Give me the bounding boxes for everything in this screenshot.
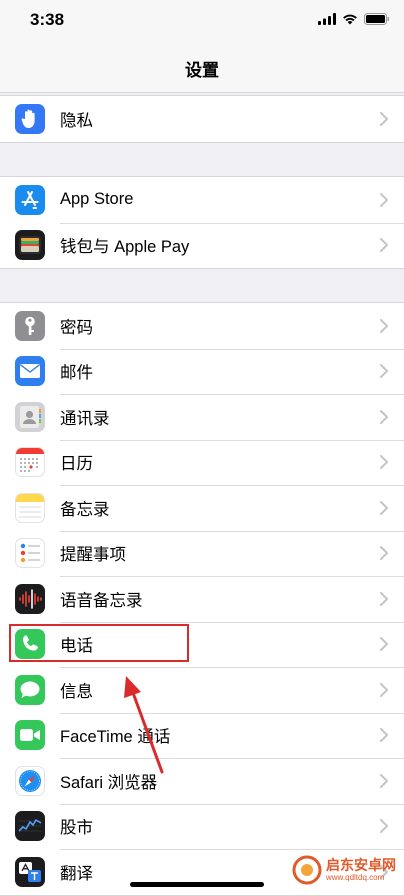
settings-group-store: App Store 钱包与 Apple Pay — [0, 176, 404, 269]
key-icon — [15, 310, 45, 341]
wifi-icon — [343, 14, 357, 25]
navigation-bar: 设置 — [0, 40, 404, 93]
chevron-right-icon — [380, 192, 388, 207]
settings-row-reminders[interactable]: 提醒事项 — [0, 530, 404, 577]
settings-row-label: FaceTime 通话 — [60, 728, 171, 747]
settings-row-stocks[interactable]: 股市 — [0, 803, 404, 850]
settings-row-label: 密码 — [60, 318, 93, 337]
chevron-right-icon — [380, 318, 388, 333]
contacts-icon — [15, 401, 45, 432]
status-bar: 3:38 — [0, 0, 404, 40]
voice-memos-icon — [15, 583, 45, 614]
settings-row-wallet[interactable]: 钱包与 Apple Pay — [0, 222, 404, 269]
chevron-right-icon — [380, 819, 388, 834]
mail-icon — [15, 356, 45, 387]
facetime-icon — [15, 720, 45, 751]
chevron-right-icon — [380, 546, 388, 561]
notes-icon — [15, 492, 45, 523]
settings-row-app-store[interactable]: App Store — [0, 177, 404, 223]
settings-row-messages[interactable]: 信息 — [0, 667, 404, 713]
settings-group-apps: 密码 邮件 通讯录 日历 备忘录 提醒事项 语音备忘录 电话 信息 FaceTi… — [0, 302, 404, 896]
phone-row-highlight-box — [9, 624, 189, 662]
settings-row-label: 邮件 — [60, 364, 93, 383]
privacy-hand-icon — [15, 103, 45, 134]
chevron-right-icon — [380, 238, 388, 253]
settings-row-label: 备忘录 — [60, 500, 110, 519]
watermark-text: 启东安卓网 — [326, 857, 396, 873]
settings-row-label: 语音备忘录 — [60, 591, 143, 610]
app-store-icon — [15, 184, 45, 215]
settings-row-contacts[interactable]: 通讯录 — [0, 394, 404, 440]
watermark-url: www.qdltdq.com — [326, 873, 385, 882]
settings-group-privacy: 隐私 — [0, 95, 404, 143]
chevron-right-icon — [380, 364, 388, 379]
chevron-right-icon — [380, 591, 388, 606]
safari-icon — [15, 765, 45, 796]
settings-row-label: 隐私 — [60, 111, 93, 130]
settings-row-label: 提醒事项 — [60, 546, 126, 565]
settings-row-facetime[interactable]: FaceTime 通话 — [0, 712, 404, 759]
watermark: 启东安卓网 www.qdltdq.com — [292, 855, 396, 885]
chevron-right-icon — [380, 773, 388, 788]
wallet-icon — [15, 230, 45, 261]
stocks-icon — [15, 811, 45, 842]
settings-row-passwords[interactable]: 密码 — [0, 303, 404, 349]
home-indicator[interactable] — [130, 882, 264, 887]
chevron-right-icon — [380, 409, 388, 424]
page-title: 设置 — [185, 61, 219, 80]
settings-row-label: 股市 — [60, 819, 93, 838]
messages-icon — [15, 674, 45, 705]
settings-row-mail[interactable]: 邮件 — [0, 348, 404, 395]
settings-row-label: 信息 — [60, 682, 93, 701]
watermark-logo-icon — [292, 855, 322, 885]
chevron-right-icon — [380, 111, 388, 126]
settings-row-safari[interactable]: Safari 浏览器 — [0, 758, 404, 804]
settings-row-label: 日历 — [60, 455, 93, 474]
status-icons — [318, 13, 390, 25]
settings-row-calendar[interactable]: 日历 — [0, 439, 404, 486]
chevron-right-icon — [380, 682, 388, 697]
chevron-right-icon — [380, 455, 388, 470]
settings-row-voice-memos[interactable]: 语音备忘录 — [0, 576, 404, 622]
chevron-right-icon — [380, 500, 388, 515]
battery-icon — [364, 13, 390, 25]
settings-row-privacy[interactable]: 隐私 — [0, 96, 404, 142]
settings-row-label: 通讯录 — [60, 409, 110, 428]
chevron-right-icon — [380, 728, 388, 743]
signal-icon — [318, 13, 336, 25]
settings-row-label: App Store — [60, 190, 134, 209]
settings-row-notes[interactable]: 备忘录 — [0, 485, 404, 531]
settings-row-label: 翻译 — [60, 864, 93, 883]
status-time: 3:38 — [30, 10, 65, 29]
translate-icon — [15, 856, 45, 887]
settings-row-label: 钱包与 Apple Pay — [60, 238, 190, 257]
calendar-icon — [15, 447, 45, 478]
reminders-icon — [15, 538, 45, 569]
settings-row-label: Safari 浏览器 — [60, 773, 158, 792]
chevron-right-icon — [380, 637, 388, 652]
